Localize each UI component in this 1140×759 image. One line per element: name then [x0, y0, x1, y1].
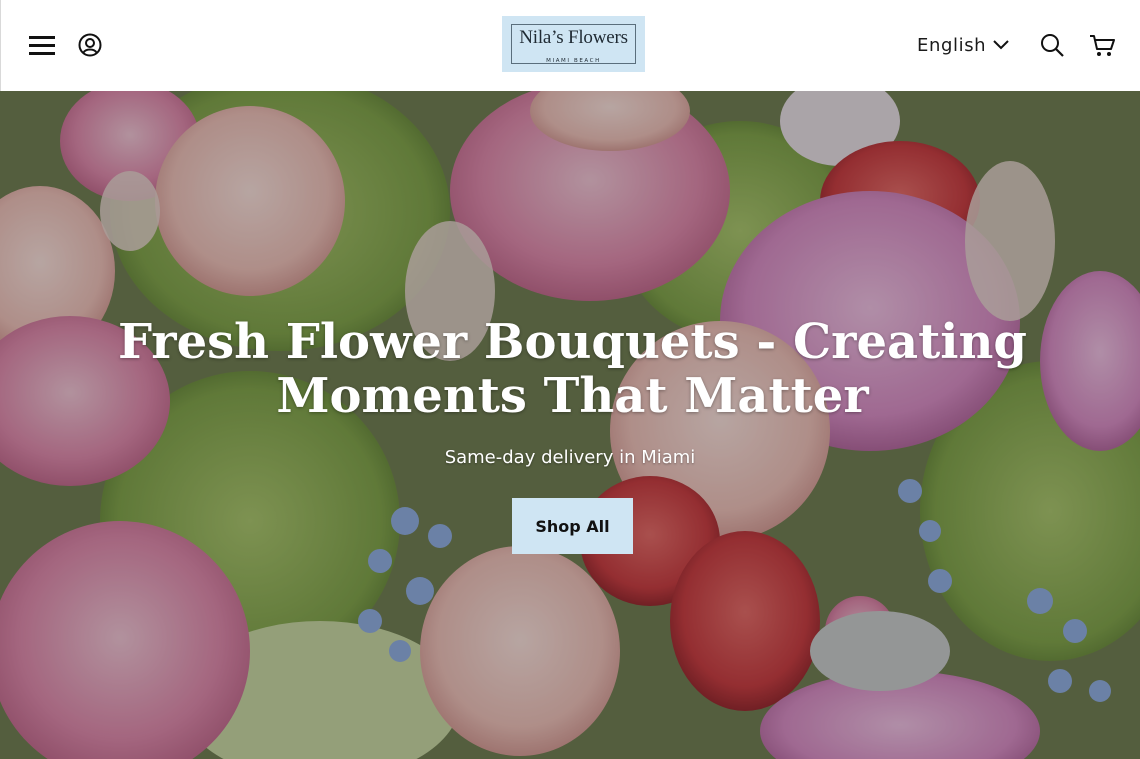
logo-location: MIAMI BEACH: [546, 58, 601, 64]
logo-name: Nila’s Flowers: [519, 27, 628, 48]
hero-banner: Fresh Flower Bouquets - Creating Moments…: [0, 91, 1140, 759]
hero-overlay: [0, 91, 1140, 759]
shopping-cart-icon[interactable]: [1085, 28, 1119, 62]
site-logo[interactable]: Nila’s Flowers MIAMI BEACH: [502, 16, 645, 72]
search-icon[interactable]: [1035, 28, 1069, 62]
language-label: English: [917, 34, 987, 56]
hero-subtitle: Same-day delivery in Miami: [444, 447, 696, 468]
site-header: Nila’s Flowers MIAMI BEACH English: [0, 0, 1140, 91]
hero-title: Fresh Flower Bouquets - Creating Moments…: [118, 314, 1027, 424]
user-account-icon[interactable]: [73, 28, 107, 62]
shop-all-button[interactable]: Shop All: [512, 498, 633, 554]
language-selector[interactable]: English: [917, 33, 1010, 57]
hamburger-menu-icon[interactable]: [25, 28, 59, 62]
chevron-down-icon: [992, 35, 1010, 56]
